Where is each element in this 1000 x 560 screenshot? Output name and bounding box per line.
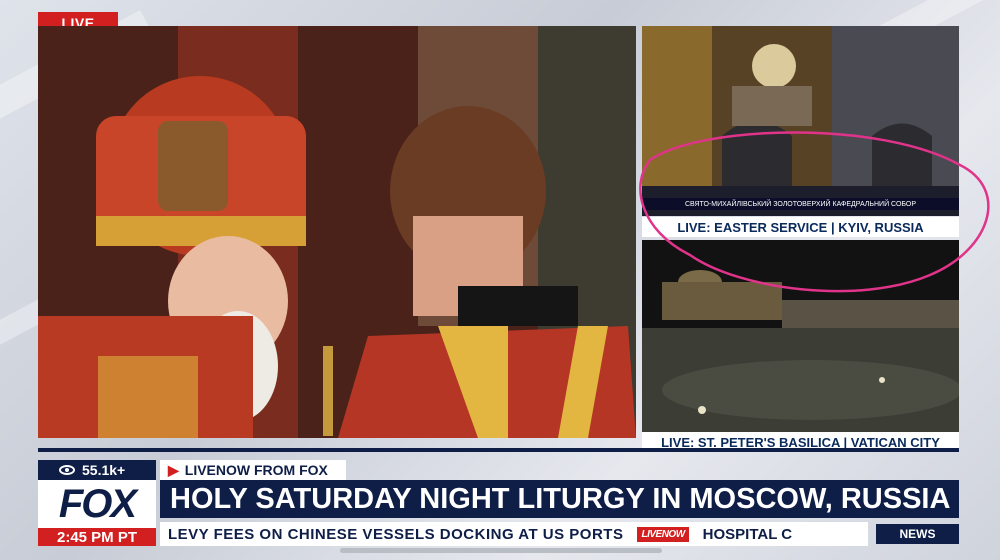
eye-icon [59, 465, 75, 475]
ticker-text: LEVY FEES ON CHINESE VESSELS DOCKING AT … [168, 525, 624, 543]
divider [38, 448, 959, 452]
main-video-scene [38, 26, 636, 438]
kyiv-cathedral-scene [642, 26, 959, 216]
side-video-kyiv[interactable]: СВЯТО-МИХАЙЛІВСЬКИЙ ЗОЛОТОВЕРХИЙ КАФЕДРА… [642, 26, 959, 216]
kyiv-caption: LIVE: EASTER SERVICE | KYIV, RUSSIA [642, 217, 959, 237]
ticker-next-text: HOSPITAL C [702, 525, 793, 543]
news-ticker: LEVY FEES ON CHINESE VESSELS DOCKING AT … [160, 522, 868, 546]
video-overlay-text: СВЯТО-МИХАЙЛІВСЬКИЙ ЗОЛОТОВЕРХИЙ КАФЕДРА… [642, 198, 959, 210]
source-label: ▶ LIVENOW FROM FOX [160, 460, 346, 480]
clock: 2:45 PM PT [38, 528, 156, 546]
scroll-handle[interactable] [340, 548, 662, 553]
headline: HOLY SATURDAY NIGHT LITURGY IN MOSCOW, R… [160, 480, 959, 518]
vatican-square-scene [642, 240, 959, 432]
source-label-text: LIVENOW FROM FOX [184, 462, 328, 478]
play-arrow-icon: ▶ [168, 461, 179, 478]
main-video-feed[interactable] [38, 26, 636, 438]
viewer-count-text: 55.1k+ [82, 462, 126, 478]
fox-logo: FOX [38, 480, 156, 528]
news-tag: NEWS [876, 524, 959, 544]
viewer-count: 55.1k+ [38, 460, 156, 480]
livenow-brand: LIVENOW [637, 526, 689, 542]
side-video-vatican[interactable] [642, 240, 959, 432]
